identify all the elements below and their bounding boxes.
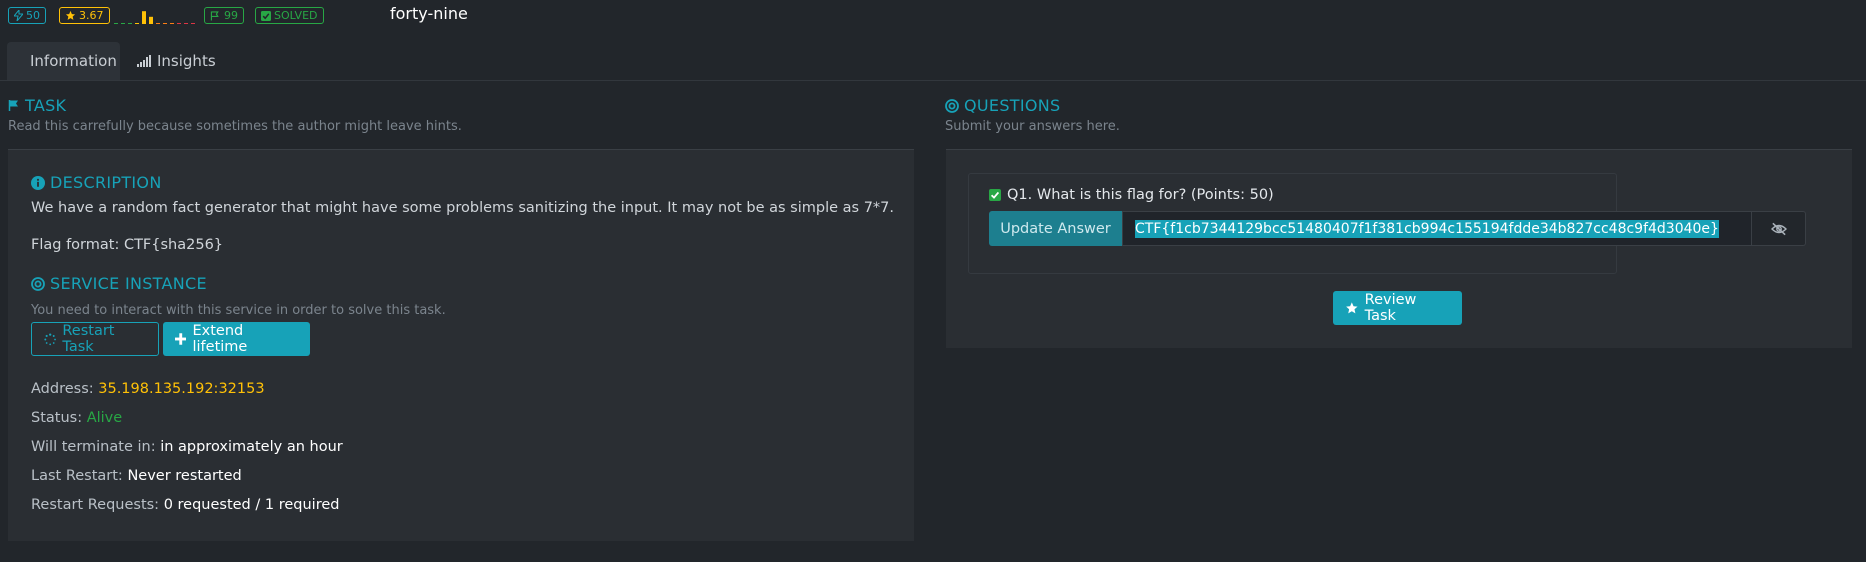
- toggle-visibility-button[interactable]: [1752, 211, 1806, 246]
- status-value: Alive: [86, 410, 123, 426]
- question-1-text: Q1. What is this flag for? (Points: 50): [1007, 187, 1274, 203]
- status-label: Status:: [31, 410, 83, 426]
- star-icon: [1346, 302, 1358, 314]
- address-value: 35.198.135.192:32153: [98, 381, 265, 397]
- questions-heading: QUESTIONS: [945, 96, 1060, 115]
- check-square-icon: [989, 189, 1001, 201]
- sparkline-bar: [156, 23, 160, 24]
- sparkline-bar: [184, 23, 188, 24]
- star-icon: [65, 10, 76, 20]
- sparkline-bar: [163, 23, 167, 24]
- sparkline-bar: [121, 23, 125, 24]
- sparkline-bar: [142, 11, 146, 24]
- sparkline-bar: [177, 23, 181, 24]
- extend-lifetime-button[interactable]: Extend lifetime: [163, 322, 310, 356]
- bullseye-icon: [945, 98, 959, 113]
- sparkline-bar: [149, 16, 153, 24]
- questions-subtitle: Submit your answers here.: [945, 119, 1120, 134]
- flag-icon: [8, 100, 18, 111]
- restart-requests-value: 0 requested / 1 required: [163, 497, 340, 513]
- signal-bars-icon: [137, 55, 151, 67]
- address-label: Address:: [31, 381, 94, 397]
- challenge-title: forty-nine: [390, 4, 468, 23]
- sparkline-bar: [135, 23, 139, 24]
- task-heading: TASK: [8, 96, 66, 115]
- points-badge: 50: [8, 7, 46, 24]
- last-restart-label: Last Restart:: [31, 468, 123, 484]
- description-heading: DESCRIPTION: [31, 173, 162, 192]
- check-square-icon: [261, 10, 271, 21]
- points-value: 50: [26, 9, 40, 22]
- spinner-icon: [44, 332, 56, 345]
- task-heading-text: TASK: [25, 96, 67, 115]
- terminate-value: in approximately an hour: [160, 439, 343, 455]
- question-1-label: Q1. What is this flag for? (Points: 50): [989, 187, 1274, 203]
- update-answer-button[interactable]: Update Answer: [989, 211, 1122, 246]
- sparkline-bar: [170, 23, 174, 24]
- tab-information[interactable]: Information: [7, 42, 120, 80]
- sparkline-bar: [191, 23, 195, 24]
- sparkline-bar: [114, 23, 118, 24]
- solved-label: SOLVED: [274, 9, 318, 22]
- rating-badge: 3.67: [59, 7, 110, 24]
- extend-lifetime-label: Extend lifetime: [192, 323, 248, 355]
- status-row: Status: Alive: [31, 410, 122, 426]
- review-task-button[interactable]: Review Task: [1333, 291, 1462, 325]
- questions-heading-text: QUESTIONS: [964, 96, 1061, 115]
- service-instance-heading: SERVICE INSTANCE: [31, 274, 207, 293]
- eye-slash-icon: [1770, 222, 1787, 235]
- service-subtitle: You need to interact with this service i…: [31, 303, 446, 318]
- address-row: Address: 35.198.135.192:32153: [31, 381, 265, 397]
- answer-value: CTF{f1cb7344129bcc51480407f1f381cb994c15…: [1135, 219, 1719, 238]
- task-subtitle: Read this carrefully because sometimes t…: [8, 119, 462, 134]
- tabs-divider: [0, 80, 1866, 81]
- flags-value: 99: [224, 9, 238, 22]
- questions-panel-border: [946, 149, 1852, 150]
- difficulty-sparkline: [114, 11, 195, 24]
- bullseye-icon: [31, 276, 45, 291]
- terminate-row: Will terminate in: in approximately an h…: [31, 439, 343, 455]
- restart-requests-row: Restart Requests: 0 requested / 1 requir…: [31, 497, 339, 513]
- last-restart-value: Never restarted: [127, 468, 242, 484]
- answer-input-group: Update Answer CTF{f1cb7344129bcc51480407…: [989, 211, 1806, 246]
- restart-requests-label: Restart Requests:: [31, 497, 160, 513]
- task-panel-border: [8, 149, 914, 150]
- flag-icon: [210, 10, 219, 21]
- last-restart-row: Last Restart: Never restarted: [31, 468, 242, 484]
- description-heading-text: DESCRIPTION: [50, 173, 162, 192]
- description-text: We have a random fact generator that mig…: [31, 200, 895, 216]
- restart-task-button[interactable]: Restart Task: [31, 322, 159, 356]
- flags-badge: 99: [204, 7, 244, 24]
- tab-information-label: Information: [30, 52, 117, 70]
- sparkline-bar: [128, 23, 132, 24]
- review-task-label: Review Task: [1364, 292, 1417, 324]
- bolt-icon: [14, 10, 23, 21]
- tab-insights-label: Insights: [157, 52, 216, 70]
- rating-value: 3.67: [79, 9, 104, 22]
- restart-task-label: Restart Task: [62, 323, 115, 355]
- tab-insights[interactable]: Insights: [120, 42, 233, 80]
- plus-icon: [175, 333, 187, 345]
- terminate-label: Will terminate in:: [31, 439, 156, 455]
- answer-input[interactable]: CTF{f1cb7344129bcc51480407f1f381cb994c15…: [1122, 211, 1752, 246]
- flag-format-text: Flag format: CTF{sha256}: [31, 237, 224, 253]
- service-heading-text: SERVICE INSTANCE: [50, 274, 207, 293]
- info-circle-icon: [31, 175, 45, 190]
- solved-badge: SOLVED: [255, 7, 324, 24]
